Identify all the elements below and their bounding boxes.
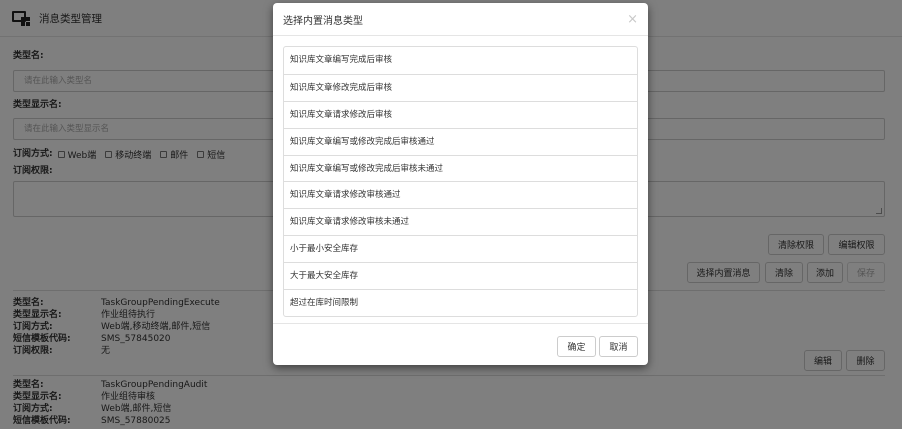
list-item[interactable]: 知识库文章请求修改后审核 <box>284 100 637 128</box>
list-item[interactable]: 知识库文章编写或修改完成后审核通过 <box>284 127 637 155</box>
cancel-button[interactable]: 取消 <box>599 336 638 357</box>
list-item[interactable]: 知识库文章请求修改审核通过 <box>284 181 637 208</box>
list-item[interactable]: 知识库文章请求修改审核未通过 <box>284 208 637 235</box>
list-item[interactable]: 大于最大安全库存 <box>284 262 637 289</box>
select-builtin-message-dialog: 选择内置消息类型 × 知识库文章编写完成后审核 知识库文章修改完成后审核 知识库… <box>273 3 648 365</box>
dialog-header: 选择内置消息类型 × <box>273 3 648 36</box>
dialog-title: 选择内置消息类型 <box>283 15 363 27</box>
list-item[interactable]: 知识库文章修改完成后审核 <box>284 73 637 101</box>
close-icon[interactable]: × <box>627 13 638 26</box>
dialog-footer: 确定 取消 <box>273 323 648 365</box>
builtin-message-list: 知识库文章编写完成后审核 知识库文章修改完成后审核 知识库文章请求修改后审核 知… <box>283 46 638 317</box>
confirm-button[interactable]: 确定 <box>557 336 596 357</box>
list-item[interactable]: 知识库文章编写或修改完成后审核未通过 <box>284 154 637 182</box>
list-item[interactable]: 超过在库时间限制 <box>284 289 637 316</box>
list-item[interactable]: 小于最小安全库存 <box>284 235 637 262</box>
list-item[interactable]: 知识库文章编写完成后审核 <box>284 47 637 74</box>
